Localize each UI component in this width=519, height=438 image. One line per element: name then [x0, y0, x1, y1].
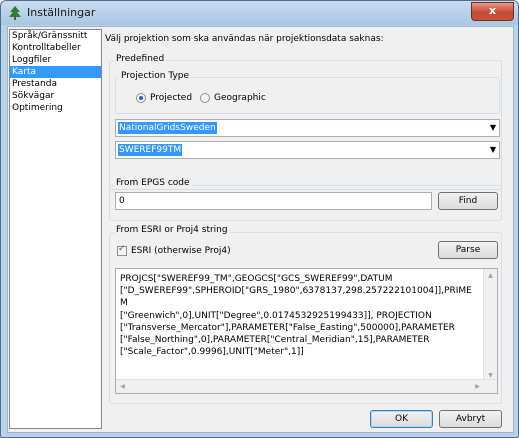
projected-radio[interactable] [136, 93, 146, 103]
settings-category-list[interactable]: Språk/Gränssnitt Kontrolltabeller Loggfile… [9, 29, 102, 429]
epsg-code-value: 0 [119, 196, 125, 206]
esri-checkbox-label[interactable]: ESRI (otherwise Proj4) [131, 246, 231, 256]
esri-group-label: From ESRI or Proj4 string [114, 225, 230, 235]
sidebar-item[interactable]: Karta [10, 66, 101, 78]
ok-button[interactable]: OK [370, 410, 433, 428]
epsg-code-input[interactable]: 0 [115, 192, 432, 210]
projection-type-label: Projection Type [119, 71, 192, 81]
epsg-group-label: From EPGS code [114, 178, 192, 188]
find-button[interactable]: Find [438, 192, 498, 210]
geographic-radio[interactable] [200, 93, 210, 103]
projection-string-textarea[interactable]: PROJCS["SWEREF99_TM",GEOGCS["GCS_SWEREF9… [115, 268, 498, 394]
projection-group-value: NationalGridsSweden [118, 122, 217, 134]
projection-string-text: PROJCS["SWEREF99_TM",GEOGCS["GCS_SWEREF9… [120, 274, 472, 358]
close-button[interactable]: x [471, 2, 514, 21]
scroll-up-icon[interactable]: ▲ [484, 269, 497, 282]
sidebar-item[interactable]: Prestanda [10, 78, 101, 90]
geographic-radio-label[interactable]: Geographic [214, 93, 266, 103]
scroll-left-icon[interactable]: ◀ [116, 380, 129, 393]
sidebar-item[interactable]: Loggfiler [10, 54, 101, 66]
title-bar[interactable]: Inställningar x [1, 1, 518, 25]
vertical-scrollbar[interactable]: ▲ ▼ [483, 269, 497, 382]
radio-selected-dot [139, 96, 143, 100]
scrollbar-corner [484, 380, 497, 393]
sidebar-item[interactable]: Språk/Gränssnitt [10, 30, 101, 42]
sidebar-item[interactable]: Kontrolltabeller [10, 42, 101, 54]
predefined-group-label: Predefined [114, 54, 167, 64]
cancel-button[interactable]: Avbryt [439, 410, 502, 428]
projection-value: SWEREF99TM [118, 144, 183, 156]
projected-radio-label[interactable]: Projected [150, 93, 192, 103]
window-title: Inställningar [27, 6, 96, 19]
settings-window: Inställningar x Språk/Gränssnitt Kontroll… [0, 0, 519, 438]
tree-icon [9, 6, 21, 20]
projection-dropdown[interactable]: SWEREF99TM ▼ [115, 141, 500, 159]
projection-group-dropdown[interactable]: NationalGridsSweden ▼ [115, 119, 500, 137]
dialog-body: Språk/Gränssnitt Kontrolltabeller Loggfile… [7, 26, 514, 433]
chevron-down-icon[interactable]: ▼ [490, 145, 496, 154]
projection-prompt: Välj projektion som ska användas när pro… [105, 34, 384, 44]
sidebar-item[interactable]: Optimering [10, 102, 101, 114]
parse-button[interactable]: Parse [438, 241, 498, 259]
scroll-right-icon[interactable]: ▶ [471, 380, 484, 393]
chevron-down-icon[interactable]: ▼ [490, 123, 496, 132]
close-icon: x [488, 4, 497, 17]
horizontal-scrollbar[interactable]: ◀ ▶ [116, 379, 497, 393]
esri-checkbox[interactable]: ✓ [117, 244, 127, 256]
check-icon: ✓ [118, 244, 126, 254]
sidebar-item[interactable]: Sökvägar [10, 90, 101, 102]
